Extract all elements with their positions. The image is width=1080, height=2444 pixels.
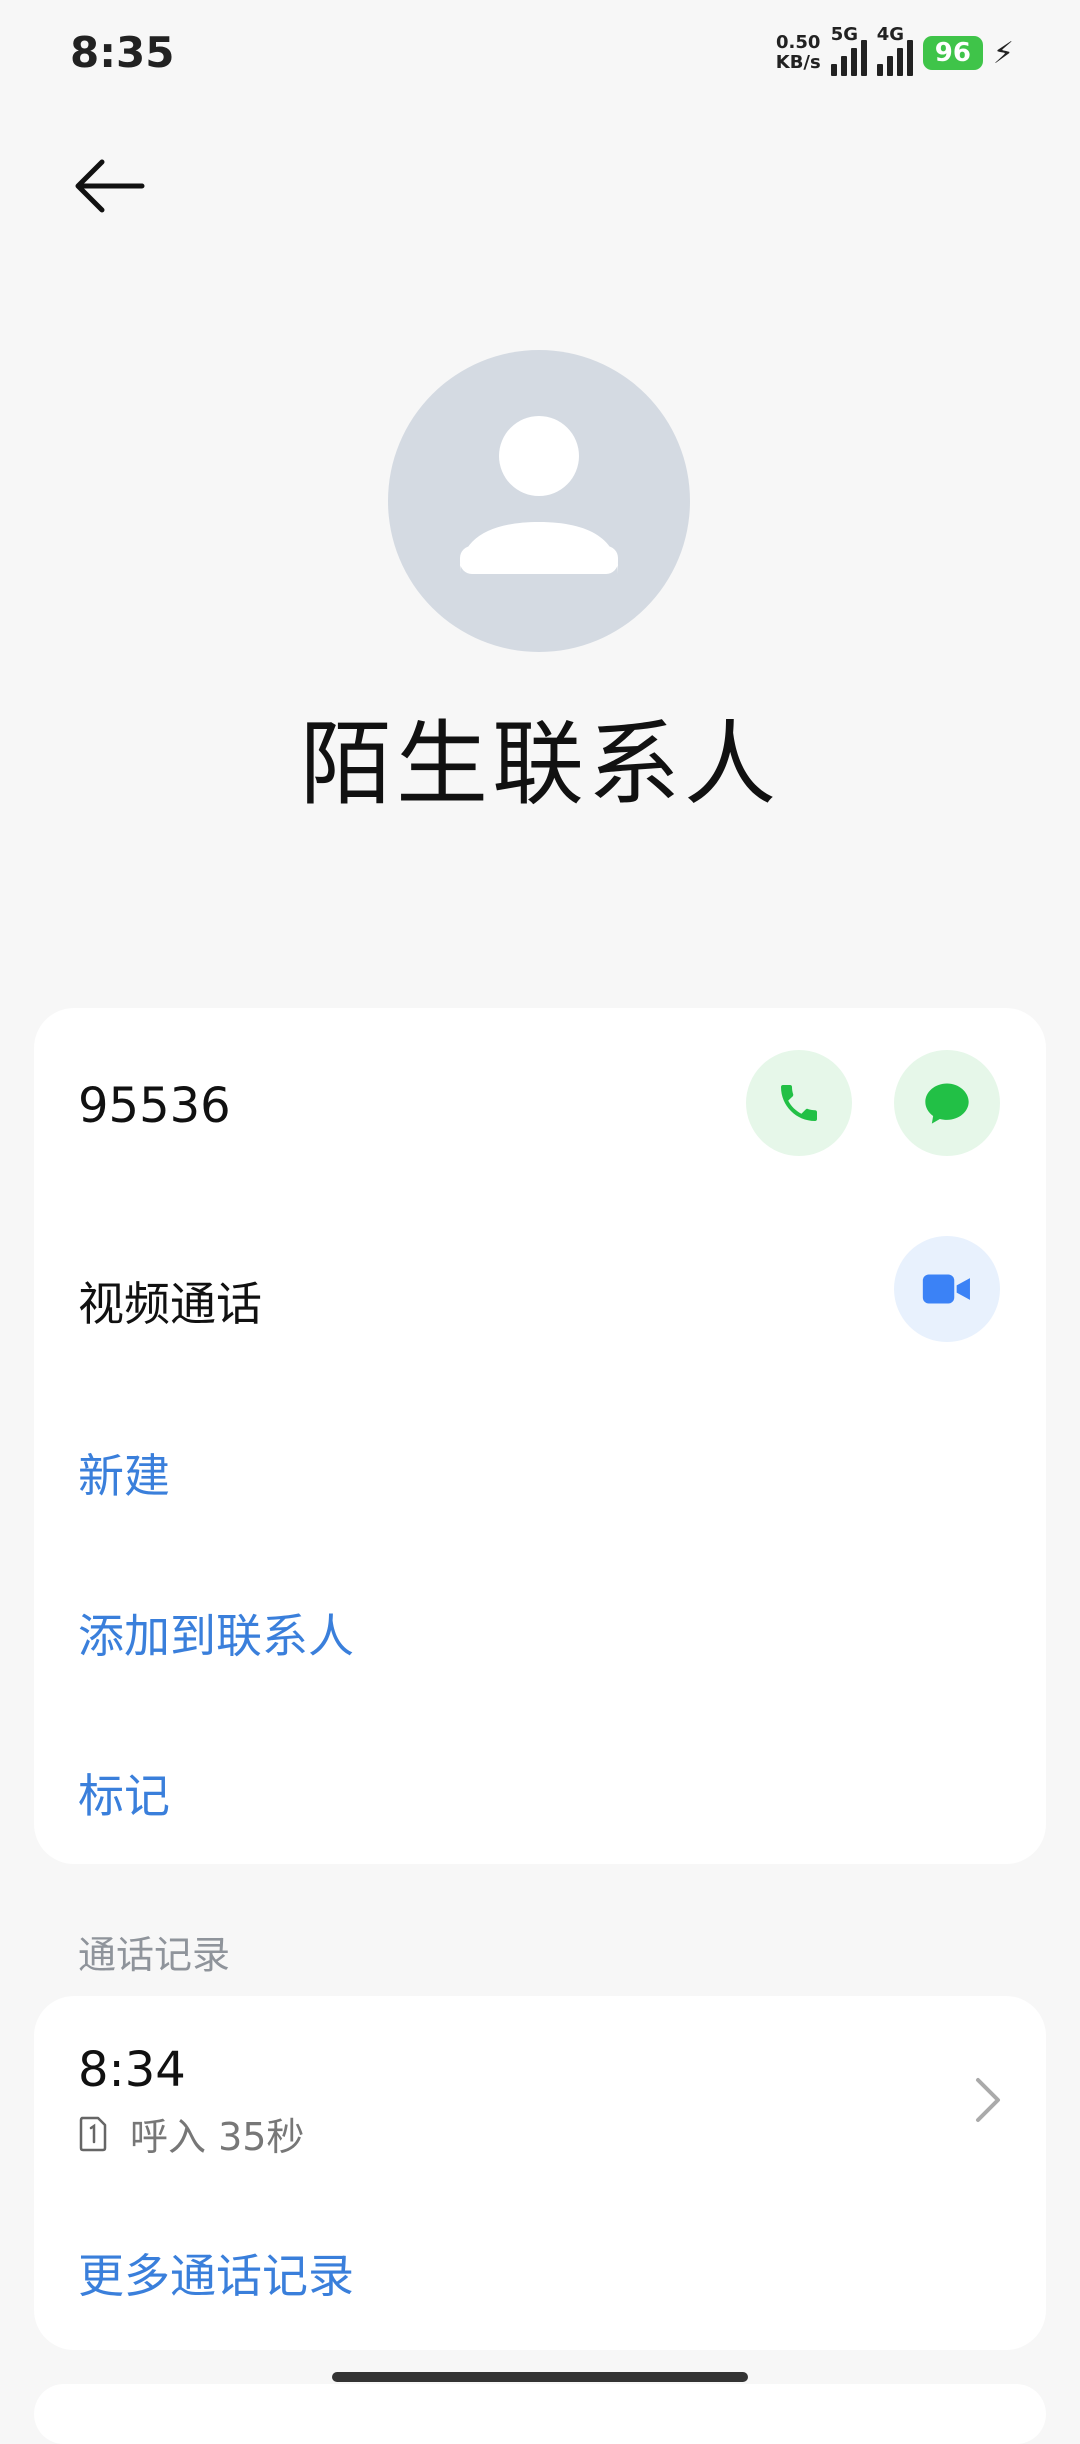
more-call-records-link[interactable]: 更多通话记录 [78, 2240, 354, 2306]
arrow-left-icon [75, 159, 145, 213]
signal-5g-icon: 5G [830, 24, 867, 76]
add-to-contacts-link[interactable]: 添加到联系人 [78, 1600, 354, 1666]
message-icon [925, 1083, 969, 1124]
contact-avatar [388, 350, 690, 652]
call-log-title: 通话记录 [78, 1933, 231, 1977]
mark-link[interactable]: 标记 [78, 1760, 170, 1826]
status-icons: 0.50 KB/s 5G 4G 96 ⚡ [775, 24, 1014, 78]
call-log-card: 8:34 呼入 35秒 更多通话记录 [34, 1996, 1046, 2350]
sim-1-icon [79, 2116, 107, 2151]
message-button[interactable] [894, 1050, 1000, 1156]
call-button[interactable] [746, 1050, 852, 1156]
phone-icon [781, 1085, 817, 1121]
home-indicator[interactable] [332, 2372, 748, 2382]
video-call-button[interactable] [894, 1236, 1000, 1342]
next-card [34, 2384, 1046, 2444]
contact-name: 陌生联系人 [299, 711, 780, 818]
charging-icon: ⚡ [992, 35, 1014, 71]
back-button[interactable] [70, 150, 150, 230]
new-contact-link[interactable]: 新建 [78, 1440, 170, 1506]
battery-indicator: 96 [922, 36, 983, 70]
video-call-label[interactable]: 视频通话 [78, 1268, 262, 1334]
video-camera-icon [922, 1274, 970, 1304]
call-detail-text: 呼入 35秒 [130, 2115, 305, 2159]
signal-4g-icon: 4G [876, 24, 913, 76]
contact-info-card: 95536 视频通话 新建 添加到联系人 标记 [34, 1008, 1046, 1864]
call-time: 8:34 [78, 2042, 186, 2098]
call-detail: 呼入 35秒 [78, 2106, 304, 2161]
network-speed: 0.50 KB/s [775, 32, 821, 73]
phone-number[interactable]: 95536 [78, 1078, 231, 1134]
chevron-right-icon [976, 2078, 1000, 2122]
person-icon [460, 416, 618, 574]
call-log-entry[interactable]: 8:34 呼入 35秒 [34, 1996, 1046, 2196]
status-time: 8:35 [70, 28, 175, 77]
